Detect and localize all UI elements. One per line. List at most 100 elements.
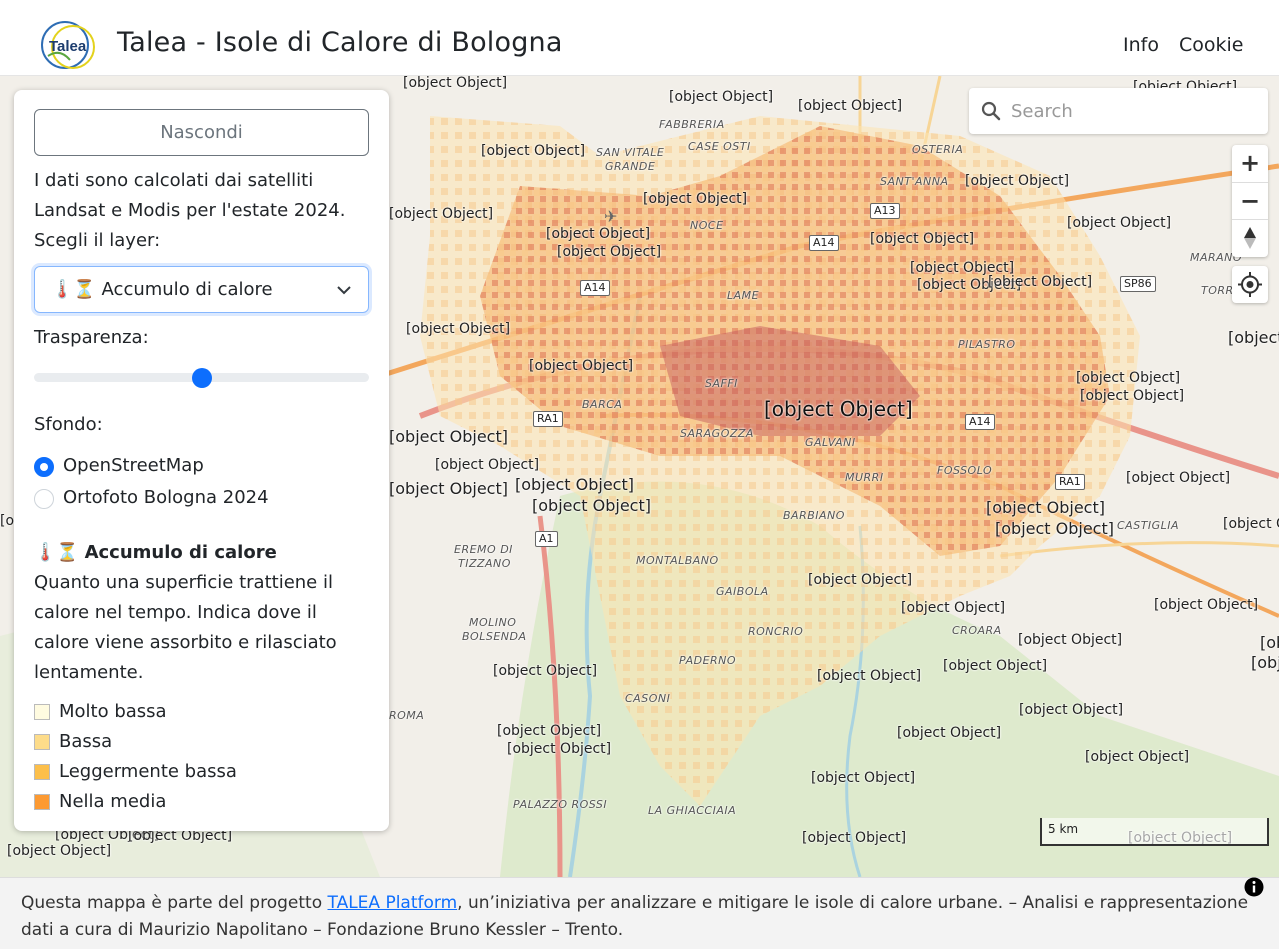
district-label: ROMA — [389, 709, 425, 722]
legend-label: Molto bassa — [59, 701, 167, 722]
hide-panel-button[interactable]: Nascondi — [34, 109, 369, 156]
intro-text: I dati sono calcolati dai satelliti Land… — [34, 170, 346, 221]
road-shield: A13 — [870, 203, 900, 219]
zoom-out-button[interactable]: − — [1232, 182, 1268, 219]
legend-swatch — [34, 734, 50, 750]
legend-swatch — [34, 704, 50, 720]
radio-openstreetmap[interactable] — [34, 457, 54, 477]
zoom-in-button[interactable]: + — [1232, 145, 1268, 182]
place-label: [object Object] — [988, 274, 1093, 290]
legend-description: Quanto una superficie trattiene il calor… — [34, 572, 337, 683]
page-title: Talea - Isole di Calore di Bologna — [117, 27, 563, 58]
place-label: [object Object] — [389, 427, 508, 446]
layer-select[interactable]: 🌡️⏳ Accumulo di calore — [34, 266, 369, 313]
place-label: [object Object] — [986, 498, 1105, 517]
district-label: MOLINO — [469, 616, 517, 629]
road-shield: A14 — [580, 280, 610, 296]
place-label: [object Object] — [435, 457, 540, 473]
place-label: [object Object] — [798, 98, 903, 114]
district-label: SAFFI — [705, 377, 738, 390]
place-label: [object Object] — [481, 143, 586, 159]
place-label: [object Object] — [1076, 370, 1181, 386]
place-label: [object Object] — [669, 89, 774, 105]
legend-title-icon: 🌡️⏳ — [34, 542, 79, 563]
district-label: BARBIANO — [783, 509, 845, 522]
place-label: [object Object] — [1154, 597, 1259, 613]
place-label: [object Object] — [529, 358, 634, 374]
district-label: BARCA — [582, 398, 623, 411]
place-label: [object Object] — [802, 830, 907, 846]
legend-label: Nella media — [59, 791, 167, 812]
place-label: [object Object] — [817, 668, 922, 684]
geolocate-icon — [1238, 272, 1262, 297]
district-label: PADERNO — [679, 654, 737, 667]
place-label: [object Object] — [406, 321, 511, 337]
district-label: EREMO DI — [454, 543, 513, 556]
transparency-slider-thumb[interactable] — [191, 368, 212, 388]
place-label: [object Object] — [497, 723, 602, 739]
district-label: PILASTRO — [958, 338, 1016, 351]
district-label: TORR — [1201, 284, 1234, 297]
road-shield: A14 — [809, 235, 839, 251]
place-label: [object Object] — [389, 206, 494, 222]
district-label: BOLSENDA — [462, 630, 527, 643]
district-label: NOCE — [690, 219, 724, 232]
place-label: [object Object] — [403, 76, 508, 91]
district-label: RONCRIO — [748, 625, 804, 638]
district-label: LAME — [727, 289, 760, 302]
place-label: [object Object] — [943, 658, 1048, 674]
map-search[interactable] — [969, 88, 1268, 134]
talea-platform-link[interactable]: TALEA Platform — [328, 893, 458, 913]
place-label: [object Object] — [532, 496, 651, 515]
place-label: [object Object] — [515, 475, 634, 494]
legend-label: Bassa — [59, 731, 113, 752]
place-label: [object Object] — [1228, 328, 1279, 347]
reset-bearing-button[interactable] — [1232, 219, 1268, 256]
geolocate-button[interactable] — [1232, 266, 1268, 303]
search-icon — [981, 101, 1001, 121]
road-shield: RA1 — [533, 411, 563, 427]
place-label: [object Object] — [1080, 388, 1185, 404]
district-label: FABBRERIA — [659, 118, 725, 131]
district-label: SANT'ANNA — [880, 175, 949, 188]
place-label: [object Object] — [557, 244, 662, 260]
chevron-down-icon — [337, 286, 351, 295]
radio-ortofoto[interactable] — [34, 489, 54, 509]
place-label: [object Object] — [128, 828, 233, 844]
radio-openstreetmap-label[interactable]: OpenStreetMap — [63, 451, 204, 481]
background-label: Sfondo: — [34, 414, 103, 435]
legend-title: 🌡️⏳ Accumulo di calore — [34, 542, 277, 563]
legend-swatch — [34, 794, 50, 810]
talea-logo[interactable]: Talea — [40, 20, 96, 70]
place-label: [object Object] — [1223, 516, 1279, 532]
layer-select-value: 🌡️⏳ Accumulo di calore — [51, 279, 273, 300]
place-label: [object Object] — [546, 226, 651, 242]
place-label: [object Object] — [493, 663, 598, 679]
nav-cookie-link[interactable]: Cookie — [1179, 34, 1244, 56]
zoom-controls: + − — [1232, 145, 1268, 257]
district-label: CASTIGLIA — [1117, 519, 1180, 532]
compass-icon — [1244, 227, 1256, 249]
footer: Questa mappa è parte del progetto TALEA … — [0, 877, 1279, 949]
place-label: [object Object] — [389, 479, 508, 498]
radio-ortofoto-label[interactable]: Ortofoto Bologna 2024 — [63, 483, 269, 513]
place-label: [object Object] — [897, 725, 1002, 741]
nav-info-link[interactable]: Info — [1123, 34, 1159, 56]
district-label: GRANDE — [605, 160, 656, 173]
transparency-label: Trasparenza: — [34, 327, 149, 348]
scale-label: 5 km — [1048, 822, 1079, 836]
district-label: CASONI — [625, 692, 671, 705]
road-shield: SP86 — [1120, 276, 1156, 292]
district-label: SARAGOZZA — [680, 427, 754, 440]
district-label: GAIBOLA — [716, 585, 769, 598]
place-label: [object Object] — [808, 572, 913, 588]
place-label: [object Object] — [1251, 653, 1279, 672]
svg-text:Talea: Talea — [49, 38, 87, 55]
district-label: MURRI — [845, 471, 884, 484]
district-label: GALVANI — [805, 436, 856, 449]
search-input[interactable] — [1011, 98, 1251, 124]
legend-label: Leggermente bassa — [59, 761, 237, 782]
place-label: [object Object] — [1085, 749, 1190, 765]
district-label: PALAZZO ROSSI — [513, 798, 608, 811]
attribution-info-icon[interactable] — [1244, 877, 1264, 897]
